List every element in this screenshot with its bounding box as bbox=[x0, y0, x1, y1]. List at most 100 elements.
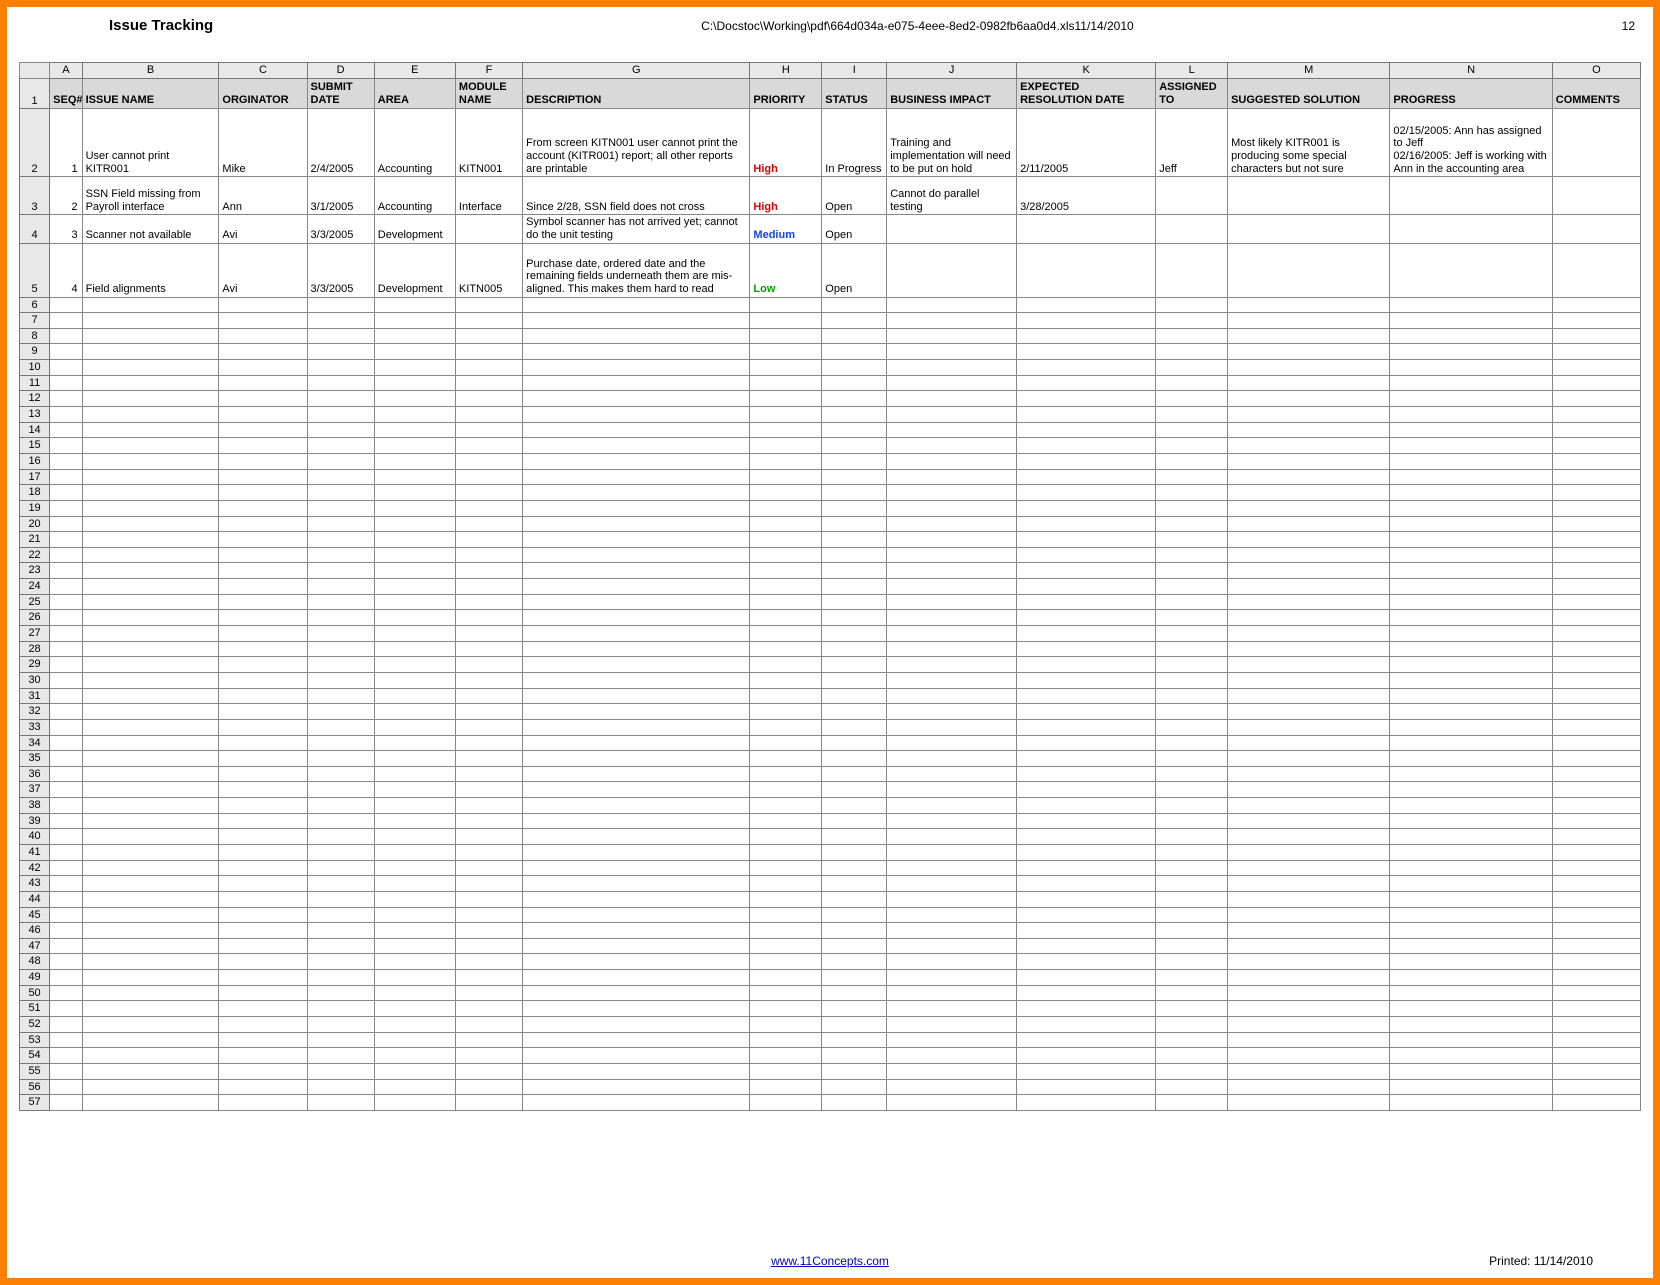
cell-empty[interactable] bbox=[307, 985, 374, 1001]
cell-empty[interactable] bbox=[219, 1001, 307, 1017]
cell-empty[interactable] bbox=[219, 829, 307, 845]
cell-issue_name[interactable]: Field alignments bbox=[82, 243, 219, 297]
cell-empty[interactable] bbox=[219, 735, 307, 751]
cell-empty[interactable] bbox=[1156, 516, 1228, 532]
cell-empty[interactable] bbox=[307, 453, 374, 469]
cell-empty[interactable] bbox=[1390, 657, 1552, 673]
cell-empty[interactable] bbox=[1156, 328, 1228, 344]
cell-empty[interactable] bbox=[822, 485, 887, 501]
cell-empty[interactable] bbox=[822, 860, 887, 876]
cell-empty[interactable] bbox=[50, 970, 82, 986]
cell-empty[interactable] bbox=[822, 829, 887, 845]
cell-empty[interactable] bbox=[219, 297, 307, 313]
cell-empty[interactable] bbox=[822, 891, 887, 907]
cell-empty[interactable] bbox=[50, 469, 82, 485]
cell-empty[interactable] bbox=[50, 672, 82, 688]
cell-empty[interactable] bbox=[1156, 1048, 1228, 1064]
cell-empty[interactable] bbox=[887, 657, 1017, 673]
cell-submit_date[interactable]: 2/4/2005 bbox=[307, 109, 374, 177]
cell-empty[interactable] bbox=[455, 391, 522, 407]
cell-empty[interactable] bbox=[750, 1063, 822, 1079]
cell-empty[interactable] bbox=[307, 500, 374, 516]
cell-empty[interactable] bbox=[82, 719, 219, 735]
cell-empty[interactable] bbox=[307, 782, 374, 798]
cell-empty[interactable] bbox=[82, 438, 219, 454]
cell-empty[interactable] bbox=[822, 579, 887, 595]
cell-empty[interactable] bbox=[1017, 688, 1156, 704]
cell-empty[interactable] bbox=[1390, 1079, 1552, 1095]
cell-empty[interactable] bbox=[50, 860, 82, 876]
cell-empty[interactable] bbox=[82, 876, 219, 892]
cell-empty[interactable] bbox=[307, 1079, 374, 1095]
cell-empty[interactable] bbox=[50, 782, 82, 798]
cell-empty[interactable] bbox=[887, 1095, 1017, 1111]
cell-empty[interactable] bbox=[523, 954, 750, 970]
cell-empty[interactable] bbox=[1017, 563, 1156, 579]
cell-empty[interactable] bbox=[1156, 876, 1228, 892]
cell-empty[interactable] bbox=[455, 970, 522, 986]
cell-empty[interactable] bbox=[374, 532, 455, 548]
row-header[interactable]: 4 bbox=[20, 215, 50, 243]
cell-empty[interactable] bbox=[219, 907, 307, 923]
cell-empty[interactable] bbox=[887, 453, 1017, 469]
cell-empty[interactable] bbox=[50, 688, 82, 704]
cell-empty[interactable] bbox=[219, 547, 307, 563]
cell-empty[interactable] bbox=[1552, 876, 1640, 892]
cell-empty[interactable] bbox=[1228, 751, 1390, 767]
cell-empty[interactable] bbox=[822, 532, 887, 548]
cell-empty[interactable] bbox=[750, 938, 822, 954]
row-header[interactable]: 1 bbox=[20, 79, 50, 109]
cell-empty[interactable] bbox=[1017, 938, 1156, 954]
cell-empty[interactable] bbox=[82, 297, 219, 313]
cell-empty[interactable] bbox=[50, 844, 82, 860]
cell-empty[interactable] bbox=[1552, 907, 1640, 923]
cell-empty[interactable] bbox=[50, 375, 82, 391]
cell-empty[interactable] bbox=[307, 438, 374, 454]
cell-empty[interactable] bbox=[822, 375, 887, 391]
cell-empty[interactable] bbox=[455, 1017, 522, 1033]
cell-suggested_solution[interactable] bbox=[1228, 215, 1390, 243]
cell-empty[interactable] bbox=[750, 719, 822, 735]
cell-empty[interactable] bbox=[219, 1079, 307, 1095]
cell-empty[interactable] bbox=[307, 1017, 374, 1033]
cell-empty[interactable] bbox=[523, 344, 750, 360]
cell-empty[interactable] bbox=[523, 735, 750, 751]
cell-empty[interactable] bbox=[455, 798, 522, 814]
cell-empty[interactable] bbox=[1228, 813, 1390, 829]
cell-empty[interactable] bbox=[1017, 438, 1156, 454]
cell-empty[interactable] bbox=[822, 766, 887, 782]
cell-empty[interactable] bbox=[307, 1048, 374, 1064]
cell-empty[interactable] bbox=[455, 1048, 522, 1064]
row-header[interactable]: 34 bbox=[20, 735, 50, 751]
cell-empty[interactable] bbox=[374, 579, 455, 595]
cell-empty[interactable] bbox=[219, 469, 307, 485]
row-header[interactable]: 48 bbox=[20, 954, 50, 970]
cell-empty[interactable] bbox=[1156, 344, 1228, 360]
cell-empty[interactable] bbox=[1228, 438, 1390, 454]
cell-empty[interactable] bbox=[750, 297, 822, 313]
row-header[interactable]: 45 bbox=[20, 907, 50, 923]
cell-empty[interactable] bbox=[455, 1079, 522, 1095]
row-header[interactable]: 5 bbox=[20, 243, 50, 297]
cell-empty[interactable] bbox=[82, 829, 219, 845]
column-header-C[interactable]: C bbox=[219, 63, 307, 79]
cell-empty[interactable] bbox=[822, 704, 887, 720]
cell-empty[interactable] bbox=[1390, 422, 1552, 438]
cell-empty[interactable] bbox=[523, 844, 750, 860]
cell-empty[interactable] bbox=[455, 907, 522, 923]
cell-orginator[interactable]: Ann bbox=[219, 177, 307, 215]
cell-empty[interactable] bbox=[1017, 985, 1156, 1001]
cell-empty[interactable] bbox=[307, 657, 374, 673]
cell-empty[interactable] bbox=[50, 532, 82, 548]
cell-empty[interactable] bbox=[1017, 735, 1156, 751]
footer-link[interactable]: www.11Concepts.com bbox=[771, 1254, 889, 1268]
cell-empty[interactable] bbox=[1228, 954, 1390, 970]
cell-empty[interactable] bbox=[1552, 516, 1640, 532]
cell-empty[interactable] bbox=[82, 1048, 219, 1064]
cell-empty[interactable] bbox=[887, 313, 1017, 329]
cell-empty[interactable] bbox=[887, 719, 1017, 735]
cell-empty[interactable] bbox=[219, 938, 307, 954]
cell-empty[interactable] bbox=[750, 923, 822, 939]
row-header[interactable]: 10 bbox=[20, 360, 50, 376]
cell-empty[interactable] bbox=[219, 782, 307, 798]
